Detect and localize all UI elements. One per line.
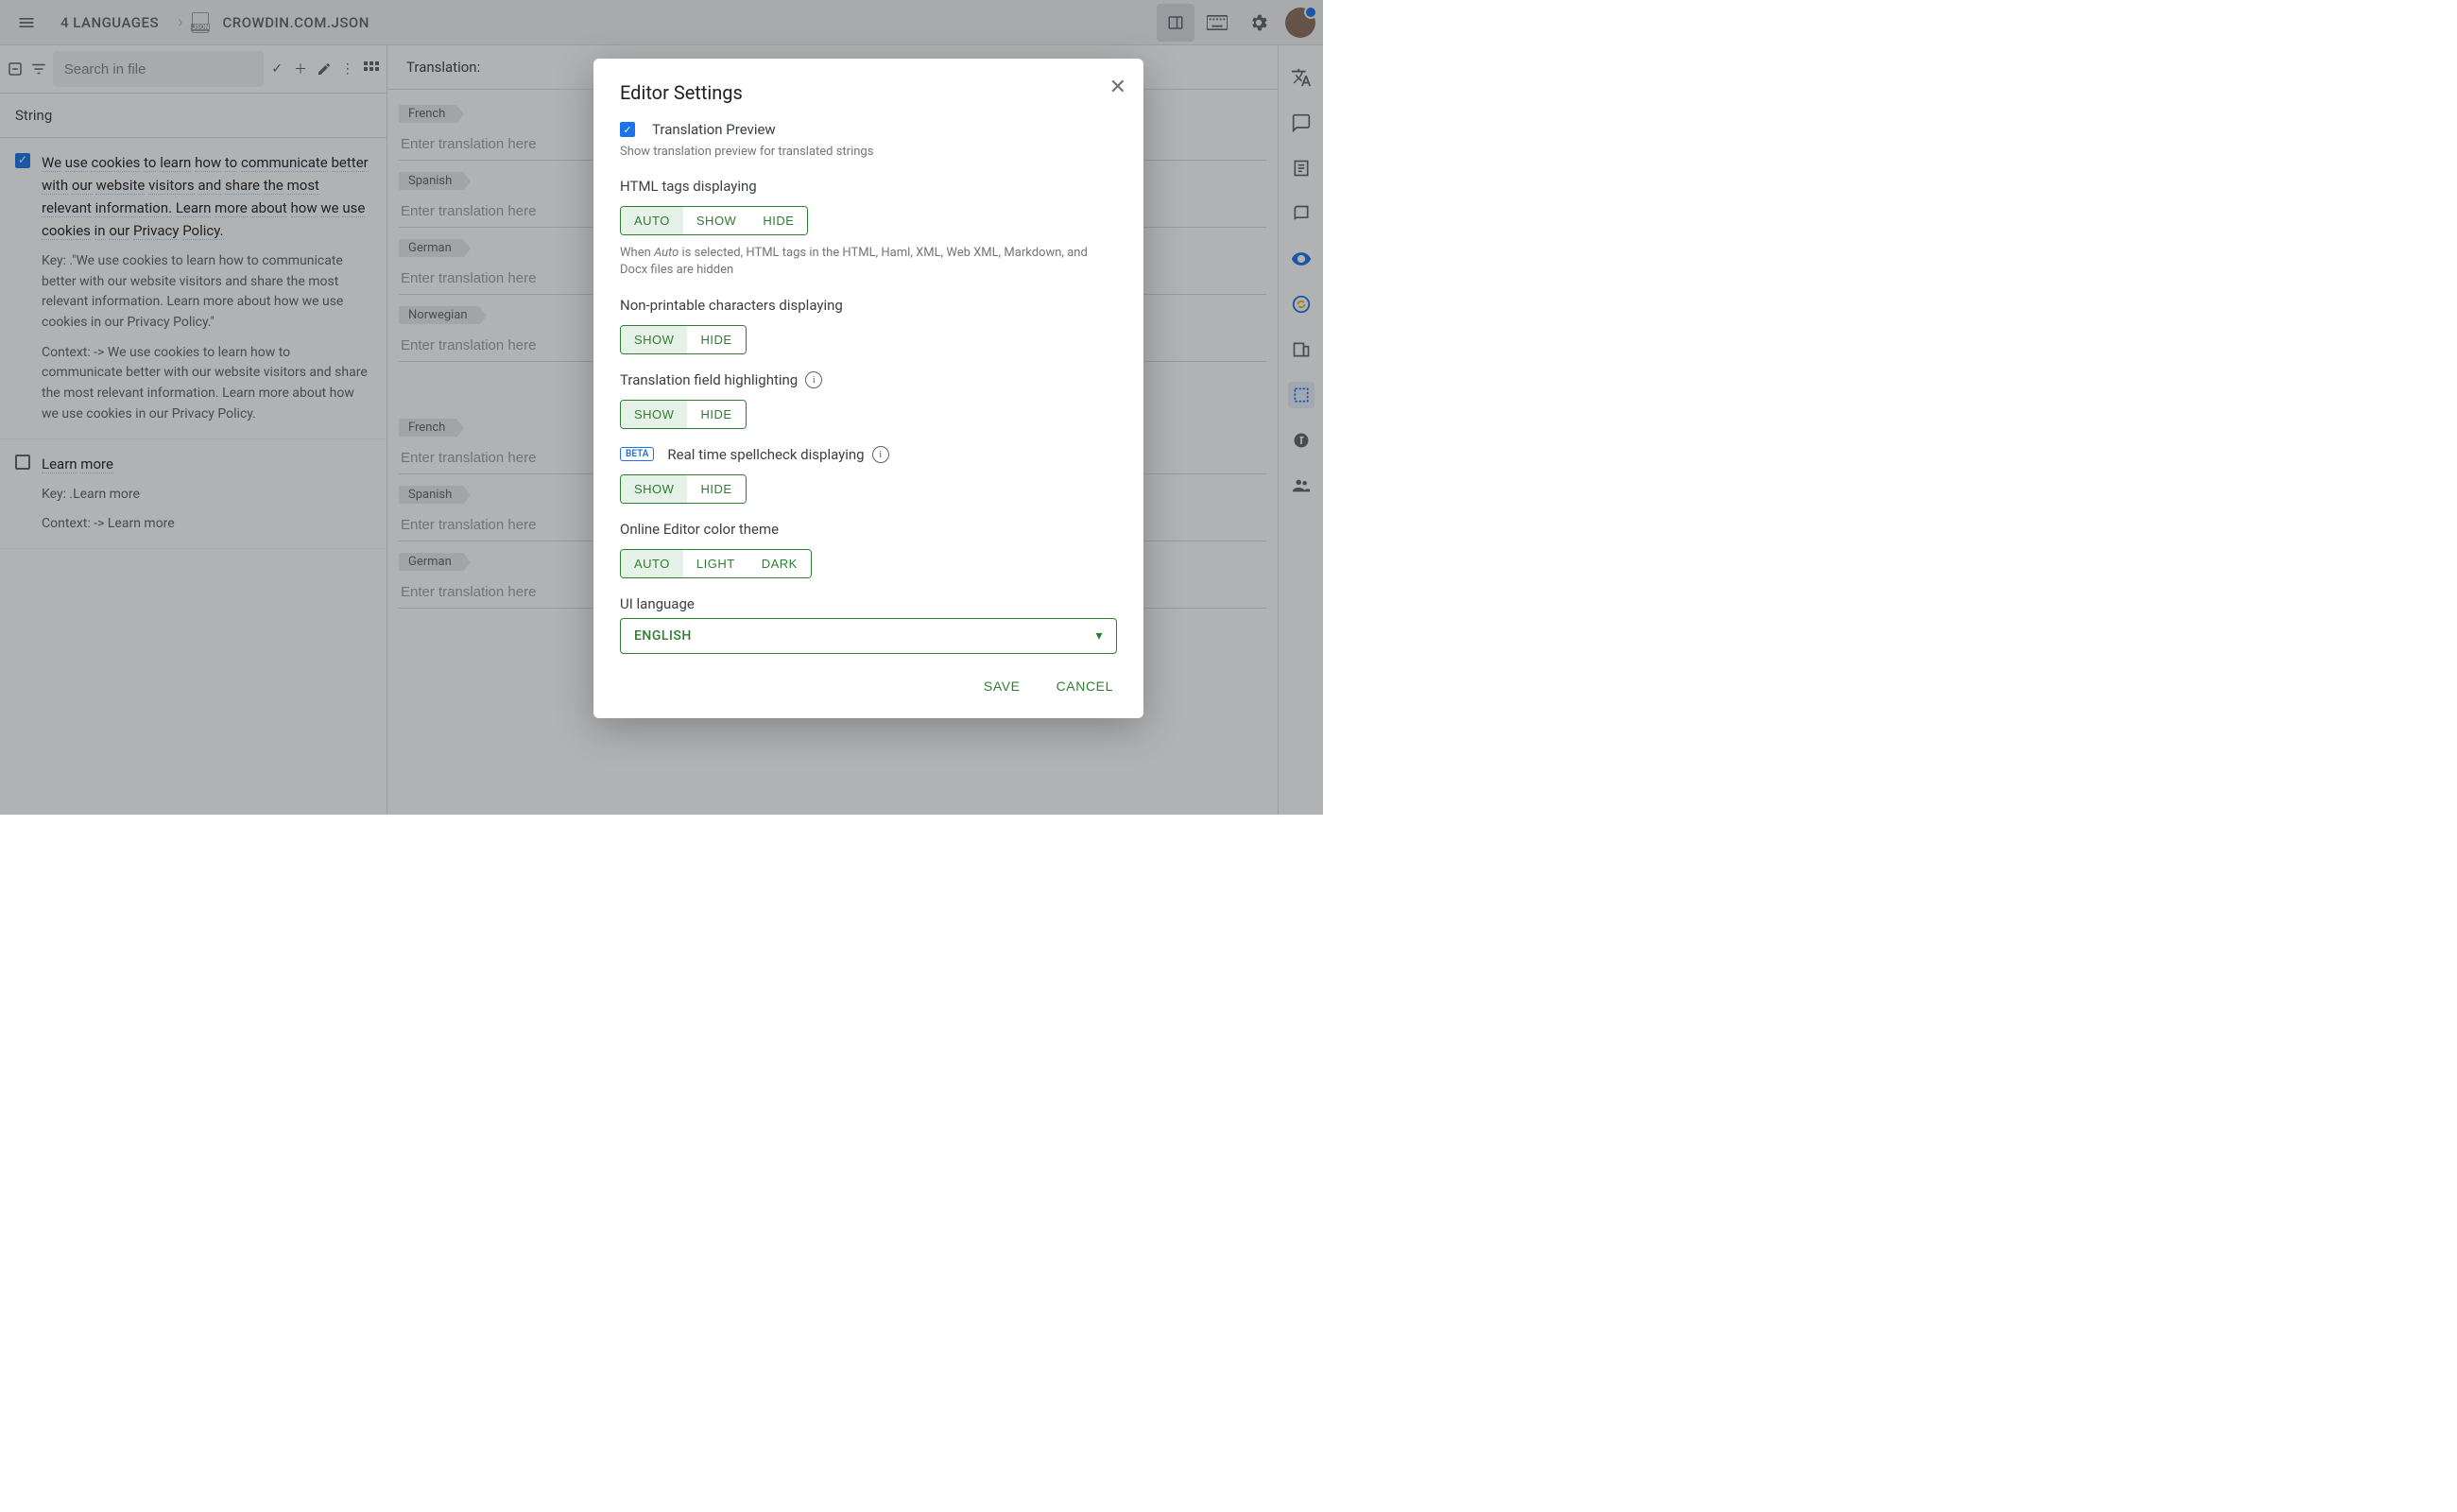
html-tags-segment: AUTO SHOW HIDE: [620, 206, 808, 235]
theme-auto-button[interactable]: AUTO: [621, 550, 683, 577]
html-auto-button[interactable]: AUTO: [621, 207, 683, 234]
info-icon[interactable]: i: [872, 446, 889, 463]
spellcheck-title: Real time spellcheck displaying: [667, 446, 864, 463]
cancel-button[interactable]: CANCEL: [1053, 671, 1117, 701]
sc-hide-button[interactable]: HIDE: [687, 475, 745, 503]
editor-settings-modal: Editor Settings ✕ ✓ Translation Preview …: [593, 59, 1143, 718]
preview-label: Translation Preview: [652, 121, 776, 138]
theme-dark-button[interactable]: DARK: [748, 550, 811, 577]
np-hide-button[interactable]: HIDE: [687, 326, 745, 353]
beta-badge: BETA: [620, 447, 654, 461]
preview-desc: Show translation preview for translated …: [620, 144, 1117, 161]
close-icon[interactable]: ✕: [1109, 76, 1126, 99]
sc-show-button[interactable]: SHOW: [621, 475, 687, 503]
highlight-segment: SHOW HIDE: [620, 400, 747, 429]
modal-title: Editor Settings: [620, 81, 1117, 104]
preview-checkbox[interactable]: ✓: [620, 122, 635, 137]
html-show-button[interactable]: SHOW: [683, 207, 749, 234]
highlight-title: Translation field highlighting: [620, 371, 798, 388]
info-icon[interactable]: i: [805, 371, 822, 388]
uilang-select[interactable]: ENGLISH▾: [620, 618, 1117, 654]
html-tags-note: When Auto is selected, HTML tags in the …: [620, 245, 1117, 279]
html-tags-title: HTML tags displaying: [620, 178, 1117, 195]
html-hide-button[interactable]: HIDE: [749, 207, 807, 234]
save-button[interactable]: SAVE: [980, 671, 1024, 701]
theme-title: Online Editor color theme: [620, 521, 1117, 538]
spellcheck-segment: SHOW HIDE: [620, 474, 747, 504]
hl-hide-button[interactable]: HIDE: [687, 401, 745, 428]
np-show-button[interactable]: SHOW: [621, 326, 687, 353]
theme-segment: AUTO LIGHT DARK: [620, 549, 812, 578]
chevron-down-icon: ▾: [1095, 628, 1103, 644]
nonprintable-title: Non-printable characters displaying: [620, 297, 1117, 314]
uilang-title: UI language: [620, 595, 1117, 612]
hl-show-button[interactable]: SHOW: [621, 401, 687, 428]
theme-light-button[interactable]: LIGHT: [683, 550, 748, 577]
nonprintable-segment: SHOW HIDE: [620, 325, 747, 354]
